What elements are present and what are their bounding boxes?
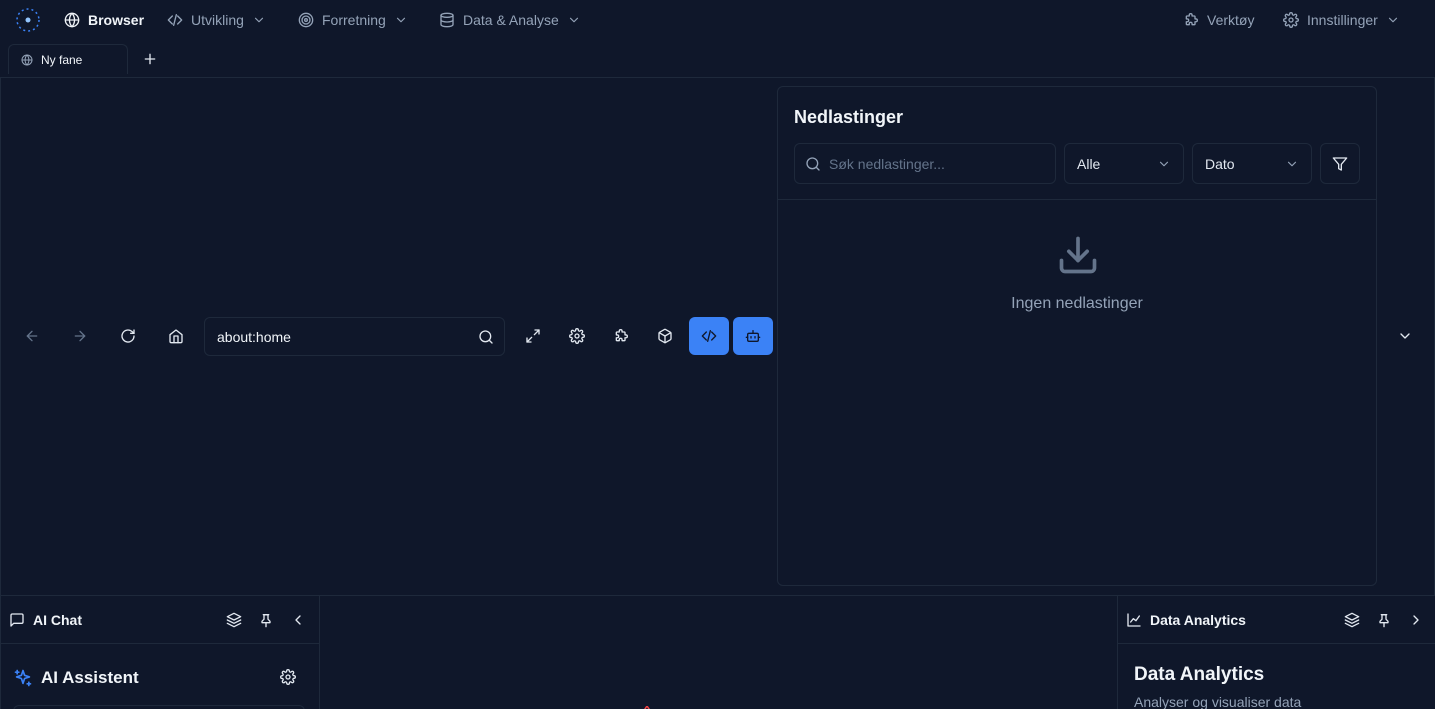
chevron-down-icon	[569, 17, 578, 23]
nav-browser[interactable]: Browser	[64, 10, 144, 30]
ai-assistant-title: AI Assistent	[13, 668, 139, 688]
new-tab-button[interactable]	[142, 51, 158, 67]
chevron-down-icon	[1287, 161, 1297, 166]
downloads-search-placeholder: Søk nedlastinger...	[829, 155, 945, 172]
nav-innstillinger-label: Innstillinger	[1307, 12, 1378, 28]
globe-icon	[21, 54, 33, 65]
bot-icon	[745, 330, 761, 342]
downloads-panel: Nedlastinger Søk nedlastinger... Alle Da…	[777, 86, 1377, 586]
top-navigation: Browser Utvikling Forretning Data & Anal…	[0, 0, 1435, 40]
ai-chat-panel-header: AI Chat	[1, 596, 319, 644]
database-icon	[440, 12, 454, 28]
home-button[interactable]	[156, 317, 196, 355]
ai-chat-title: AI Chat	[9, 612, 82, 628]
ai-bot-button[interactable]	[733, 317, 773, 355]
chat-card-edge	[13, 705, 305, 709]
refresh-icon	[121, 329, 135, 343]
pin-icon[interactable]	[1376, 612, 1392, 628]
nav-data-analyse[interactable]: Data & Analyse	[439, 10, 581, 30]
target-icon	[298, 12, 314, 28]
downloads-search-input[interactable]: Søk nedlastinger...	[794, 143, 1056, 184]
tab-label: Ny fane	[41, 52, 83, 67]
chevron-left-icon[interactable]	[290, 612, 306, 628]
arrow-right-icon	[74, 330, 86, 342]
line-chart-icon	[1127, 613, 1141, 627]
chevron-down-icon	[396, 17, 405, 23]
chevron-down-icon	[1388, 17, 1397, 23]
puzzle-icon	[615, 329, 628, 342]
box-icon	[658, 328, 672, 344]
gear-icon	[569, 328, 585, 344]
toolbar-expand-button[interactable]	[1397, 328, 1413, 344]
gear-icon	[1283, 12, 1299, 28]
plus-icon	[144, 53, 156, 65]
filter-icon	[1332, 156, 1348, 171]
ai-chat-panel: AI Chat AI Assistent	[0, 596, 320, 709]
chevron-right-icon[interactable]	[1408, 612, 1424, 628]
divider	[778, 199, 1376, 200]
downloads-sort-value: Dato	[1205, 155, 1235, 172]
downloads-type-value: Alle	[1077, 155, 1101, 172]
nav-verktoy-label: Verktøy	[1207, 12, 1255, 28]
search-icon	[806, 156, 820, 171]
downloads-title: Nedlastinger	[794, 107, 904, 127]
dev-tools-button[interactable]	[689, 317, 729, 355]
downloads-filter-button[interactable]	[1320, 143, 1360, 184]
data-analytics-title-label: Data Analytics	[1150, 612, 1246, 628]
nav-utvikling[interactable]: Utvikling	[167, 10, 266, 30]
chevron-down-icon	[1400, 333, 1410, 339]
nav-forretning[interactable]: Forretning	[298, 10, 408, 30]
address-bar-value: about:home	[217, 328, 291, 345]
package-button[interactable]	[645, 317, 685, 355]
message-icon	[10, 613, 24, 627]
forward-button[interactable]	[60, 317, 100, 355]
nav-utvikling-label: Utvikling	[191, 12, 244, 28]
nav-verktoy[interactable]: Verktøy	[1183, 10, 1254, 30]
address-bar[interactable]: about:home	[204, 317, 505, 356]
puzzle-icon	[1185, 13, 1198, 26]
nav-forretning-label: Forretning	[322, 12, 386, 28]
ai-chat-title-label: AI Chat	[33, 612, 82, 628]
tab-ny-fane[interactable]: Ny fane	[8, 44, 128, 74]
globe-icon	[64, 12, 80, 28]
fullscreen-button[interactable]	[513, 317, 553, 355]
nav-data-analyse-label: Data & Analyse	[463, 12, 559, 28]
data-analytics-panel-header: Data Analytics	[1118, 596, 1435, 644]
layers-icon[interactable]	[226, 612, 242, 628]
expand-icon	[526, 329, 540, 343]
app-logo-icon[interactable]	[14, 6, 42, 34]
data-analytics-title: Data Analytics	[1126, 612, 1246, 628]
ai-assistant-title-label: AI Assistent	[41, 668, 139, 687]
tab-bar: Ny fane	[0, 40, 1435, 78]
chevron-down-icon	[1159, 161, 1169, 166]
home-icon	[169, 329, 183, 344]
settings-button[interactable]	[557, 317, 597, 355]
layers-icon[interactable]	[1344, 612, 1360, 628]
downloads-empty-text: Ingen nedlastinger	[1011, 295, 1143, 312]
reload-button[interactable]	[108, 317, 148, 355]
chevron-down-icon	[254, 17, 263, 23]
back-button[interactable]	[12, 317, 52, 355]
download-icon	[1056, 233, 1100, 277]
bottom-area: AI Chat AI Assistent Data Analytics Data…	[0, 595, 1435, 709]
code-icon	[167, 14, 183, 26]
gear-icon[interactable]	[280, 669, 296, 685]
sparkles-icon	[14, 669, 32, 687]
pin-icon[interactable]	[258, 612, 274, 628]
downloads-sort-select[interactable]: Dato	[1192, 143, 1312, 184]
arrow-left-icon	[26, 330, 38, 342]
code-icon	[701, 330, 717, 342]
data-analytics-subtitle: Analyser og visualiser data	[1134, 694, 1302, 709]
data-analytics-heading: Data Analytics	[1134, 664, 1265, 685]
downloads-type-select[interactable]: Alle	[1064, 143, 1184, 184]
extensions-button[interactable]	[601, 317, 641, 355]
nav-browser-label: Browser	[88, 12, 145, 28]
data-analytics-panel: Data Analytics Data Analytics Analyser o…	[1117, 596, 1435, 709]
search-icon[interactable]	[478, 329, 494, 345]
nav-innstillinger[interactable]: Innstillinger	[1283, 10, 1400, 30]
